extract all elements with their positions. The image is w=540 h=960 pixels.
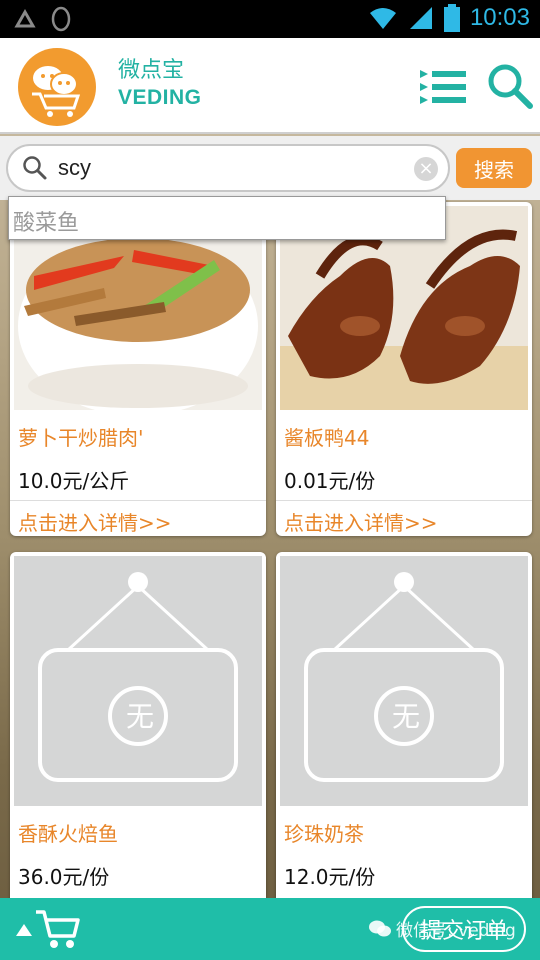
search-bar: × 搜索	[0, 136, 540, 200]
search-button[interactable]: 搜索	[456, 148, 532, 188]
app-header: 微点宝 VEDING	[0, 38, 540, 134]
cart-icon[interactable]	[14, 906, 80, 952]
clear-icon[interactable]: ×	[414, 157, 438, 181]
svg-text:无: 无	[126, 700, 154, 733]
bottom-bar: 微信号: veding 提交订单	[0, 898, 540, 960]
signal-icon	[409, 7, 432, 29]
product-name: 酱板鸭44	[284, 426, 370, 450]
clock: 10:03	[469, 4, 530, 31]
product-name: 萝卜干炒腊肉'	[18, 426, 144, 450]
product-card[interactable]: 酱板鸭44 0.01元/份 点击进入详情>>	[276, 202, 532, 536]
wifi-icon	[369, 8, 396, 29]
product-name: 珍珠奶茶	[284, 822, 364, 846]
product-card[interactable]: 萝卜干炒腊肉' 10.0元/公斤 点击进入详情>>	[10, 202, 266, 536]
product-price: 10.0元/公斤	[18, 469, 130, 493]
product-price: 0.01元/份	[284, 469, 376, 493]
product-name: 香酥火焙鱼	[18, 822, 118, 846]
submit-order-button[interactable]: 提交订单	[402, 906, 526, 952]
wechat-icon	[369, 920, 391, 936]
svg-text:无: 无	[392, 700, 420, 733]
search-input[interactable]	[58, 152, 398, 184]
detail-link[interactable]: 点击进入详情>>	[276, 501, 532, 536]
magnifier-icon	[23, 156, 47, 180]
list-menu-icon[interactable]	[420, 68, 468, 106]
penguin-icon	[51, 6, 71, 32]
product-card[interactable]: 无 珍珠奶茶 12.0元/份	[276, 552, 532, 912]
detail-link[interactable]: 点击进入详情>>	[10, 501, 266, 536]
placeholder-image: 无	[14, 556, 262, 806]
battery-icon	[443, 4, 460, 32]
search-box[interactable]: ×	[6, 144, 450, 192]
search-suggestion[interactable]: 酸菜鱼	[8, 196, 446, 240]
status-bar: 10:03	[0, 0, 540, 38]
product-card[interactable]: 无 香酥火焙鱼 36.0元/份	[10, 552, 266, 912]
recycle-icon	[14, 8, 36, 28]
placeholder-image: 无	[280, 556, 528, 806]
app-logo	[18, 48, 96, 126]
search-icon[interactable]	[486, 62, 534, 110]
brand-name-en: VEDING	[118, 86, 202, 109]
brand-name-cn: 微点宝	[118, 58, 185, 83]
chat-cart-icon	[32, 66, 81, 117]
product-price: 36.0元/份	[18, 865, 110, 889]
product-price: 12.0元/份	[284, 865, 376, 889]
